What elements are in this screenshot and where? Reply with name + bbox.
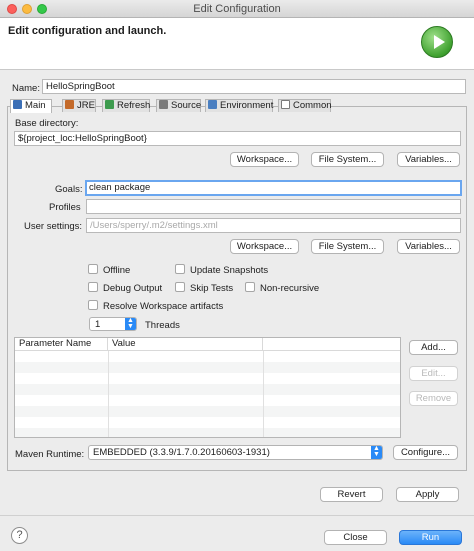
non-recursive-label: Non-recursive (260, 283, 320, 294)
tab-common-label: Common (293, 100, 332, 111)
source-icon (159, 100, 168, 109)
checkbox-box[interactable] (88, 300, 98, 310)
dialog-header: Edit configuration and launch. (0, 18, 474, 70)
checkbox-box[interactable] (175, 282, 185, 292)
threads-label: Threads (145, 320, 180, 331)
tab-main-label: Main (25, 100, 46, 111)
table-row[interactable] (15, 384, 400, 395)
debug-output-checkbox[interactable]: Debug Output (88, 282, 162, 294)
add-button[interactable]: Add... (409, 340, 458, 355)
maven-runtime-select[interactable]: EMBEDDED (3.3.9/1.7.0.20160603-1931) ▲ ▼ (88, 445, 383, 460)
maven-m2-icon (13, 100, 22, 109)
table-row[interactable] (15, 406, 400, 417)
column-divider (263, 351, 264, 437)
close-button[interactable]: Close (324, 530, 387, 545)
jre-icon (65, 100, 74, 109)
table-row[interactable] (15, 351, 400, 362)
tab-environment[interactable]: Environment (205, 99, 273, 112)
window-title: Edit Configuration (193, 3, 281, 15)
apply-button[interactable]: Apply (396, 487, 459, 502)
update-snapshots-checkbox[interactable]: Update Snapshots (175, 264, 268, 276)
refresh-icon (105, 100, 114, 109)
maven-runtime-value: EMBEDDED (3.3.9/1.7.0.20160603-1931) (93, 447, 270, 458)
resolve-workspace-label: Resolve Workspace artifacts (103, 301, 224, 312)
table-row[interactable] (15, 395, 400, 406)
footer-divider (0, 515, 474, 516)
user-settings-label: User settings: (24, 221, 83, 232)
profiles-field[interactable] (86, 199, 461, 214)
remove-button[interactable]: Remove (409, 391, 458, 406)
base-directory-label: Base directory: (15, 118, 79, 129)
tab-main[interactable]: Main (10, 99, 52, 113)
profiles-label: Profiles (49, 202, 81, 213)
configure-button[interactable]: Configure... (393, 445, 458, 460)
skip-tests-checkbox[interactable]: Skip Tests (175, 282, 233, 294)
name-label: Name: (12, 83, 40, 94)
checkbox-box[interactable] (245, 282, 255, 292)
offline-checkbox[interactable]: Offline (88, 264, 130, 276)
tab-jre-label: JRE (77, 100, 95, 111)
threads-stepper[interactable]: 1 ▲ ▼ (89, 317, 137, 331)
update-snapshots-label: Update Snapshots (190, 265, 269, 276)
revert-button[interactable]: Revert (320, 487, 383, 502)
variables-button-1[interactable]: Variables... (397, 152, 460, 167)
maven-runtime-label: Maven Runtime: (15, 449, 85, 460)
tab-common[interactable]: Common (278, 99, 332, 112)
run-button[interactable]: Run (399, 530, 462, 545)
tab-refresh-label: Refresh (117, 100, 151, 111)
filesystem-button-2[interactable]: File System... (311, 239, 384, 254)
table-row[interactable] (15, 428, 400, 437)
run-launch-icon (421, 26, 453, 58)
goals-field[interactable]: clean package (85, 180, 462, 196)
tab-refresh[interactable]: Refresh (102, 99, 150, 112)
tab-environment-label: Environment (220, 100, 274, 111)
edit-button[interactable]: Edit... (409, 366, 458, 381)
variables-button-2[interactable]: Variables... (397, 239, 460, 254)
checkbox-box[interactable] (88, 264, 98, 274)
name-field[interactable]: HelloSpringBoot (42, 79, 466, 94)
workspace-button-1[interactable]: Workspace... (230, 152, 299, 167)
column-header-blank[interactable] (263, 338, 400, 351)
column-header-value[interactable]: Value (108, 338, 263, 351)
debug-output-label: Debug Output (103, 283, 163, 294)
common-icon (281, 100, 290, 109)
threads-value: 1 (95, 319, 101, 330)
user-settings-field[interactable]: /Users/sperry/.m2/settings.xml (86, 218, 461, 233)
base-directory-field[interactable]: ${project_loc:HelloSpringBoot} (14, 131, 461, 146)
table-row[interactable] (15, 373, 400, 384)
column-divider (108, 351, 109, 437)
column-header-parameter-name[interactable]: Parameter Name (15, 338, 108, 351)
workspace-button-2[interactable]: Workspace... (230, 239, 299, 254)
tab-source-label: Source (171, 100, 202, 111)
environment-icon (208, 100, 217, 109)
skip-tests-label: Skip Tests (190, 283, 234, 294)
header-text: Edit configuration and launch. (8, 25, 167, 37)
select-arrows-icon[interactable]: ▲ ▼ (371, 445, 382, 459)
goals-label: Goals: (55, 184, 83, 195)
parameter-table[interactable]: Parameter Name Value (14, 337, 401, 438)
help-icon[interactable]: ? (11, 527, 28, 544)
tab-jre[interactable]: JRE (62, 99, 96, 112)
checkbox-box[interactable] (88, 282, 98, 292)
resolve-workspace-checkbox[interactable]: Resolve Workspace artifacts (88, 300, 223, 312)
checkbox-box[interactable] (175, 264, 185, 274)
title-bar: Edit Configuration (0, 0, 474, 18)
offline-label: Offline (103, 265, 131, 276)
non-recursive-checkbox[interactable]: Non-recursive (245, 282, 319, 294)
table-row[interactable] (15, 362, 400, 373)
stepper-arrows-icon[interactable]: ▲ ▼ (125, 317, 136, 330)
table-row[interactable] (15, 417, 400, 428)
tab-source[interactable]: Source (156, 99, 201, 112)
filesystem-button-1[interactable]: File System... (311, 152, 384, 167)
